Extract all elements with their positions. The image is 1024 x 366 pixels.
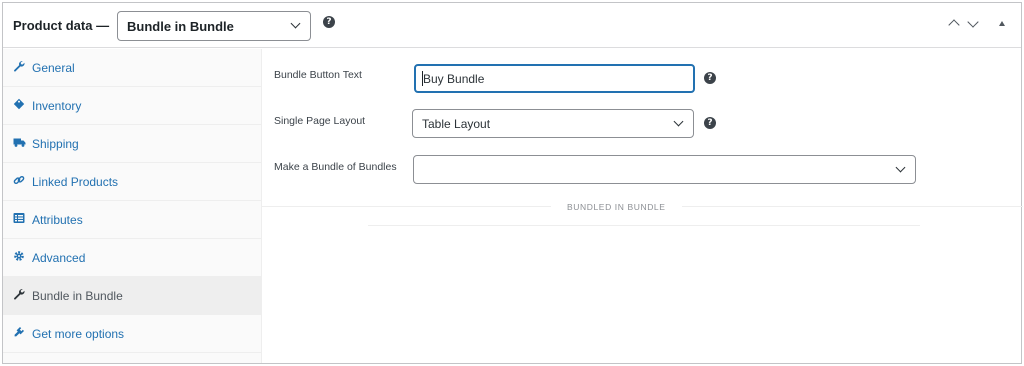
tab-linked-products[interactable]: Linked Products [3,163,261,201]
list-icon [12,212,26,226]
product-type-value: Bundle in Bundle [127,19,234,34]
tab-shipping[interactable]: Shipping [3,125,261,163]
tag-icon [12,98,26,112]
bundle-button-text-value: Buy Bundle [423,72,485,86]
truck-icon [12,136,26,150]
tab-general[interactable]: General [3,49,261,87]
tab-attributes[interactable]: Attributes [3,201,261,239]
collapse-toggle-icon[interactable] [999,21,1005,26]
panel-title: Product data — [13,18,110,33]
tab-shipping-label: Shipping [32,137,79,151]
help-icon[interactable]: ? [704,72,716,84]
help-icon[interactable]: ? [323,16,335,28]
single-page-layout-value: Table Layout [422,117,491,131]
product-data-tabs: General Inventory Shipping Linked Produc… [3,49,262,363]
tab-general-label: General [32,61,75,75]
bundle-button-text-input[interactable]: Buy Bundle [414,64,695,93]
bundle-of-bundles-label: Make a Bundle of Bundles [274,161,397,173]
help-icon[interactable]: ? [704,117,716,129]
link-icon [12,174,26,188]
chevron-down-icon [290,18,301,29]
product-type-select[interactable]: Bundle in Bundle [117,11,311,41]
plugin-icon [12,326,26,340]
panel-header: Product data — Bundle in Bundle ? [3,3,1021,48]
tab-attributes-label: Attributes [32,213,83,227]
button-text-label: Bundle Button Text [274,69,362,81]
move-down-icon[interactable] [967,16,979,28]
product-data-panel: Product data — Bundle in Bundle ? Genera… [2,2,1023,364]
wrench-icon [12,288,26,302]
tab-get-more-options[interactable]: Get more options [3,315,261,353]
chevron-down-icon [895,162,906,173]
move-up-icon[interactable] [948,19,960,31]
tab-bundle-in-bundle-label: Bundle in Bundle [32,289,123,303]
tab-inventory[interactable]: Inventory [3,87,261,125]
single-page-layout-select[interactable]: Table Layout [412,109,694,138]
wrench-icon [12,60,26,74]
bundled-in-bundle-heading: BUNDLED IN BUNDLE [551,202,682,212]
gear-icon [12,250,26,264]
tab-linked-products-label: Linked Products [32,175,119,189]
bundle-of-bundles-select[interactable] [413,155,916,184]
tab-get-more-options-label: Get more options [32,327,125,341]
section-underline [368,225,920,226]
tab-advanced-label: Advanced [32,251,86,265]
tab-inventory-label: Inventory [32,99,82,113]
chevron-down-icon [673,116,684,127]
tab-bundle-in-bundle[interactable]: Bundle in Bundle [3,277,261,315]
layout-label: Single Page Layout [274,115,366,127]
tab-advanced[interactable]: Advanced [3,239,261,277]
